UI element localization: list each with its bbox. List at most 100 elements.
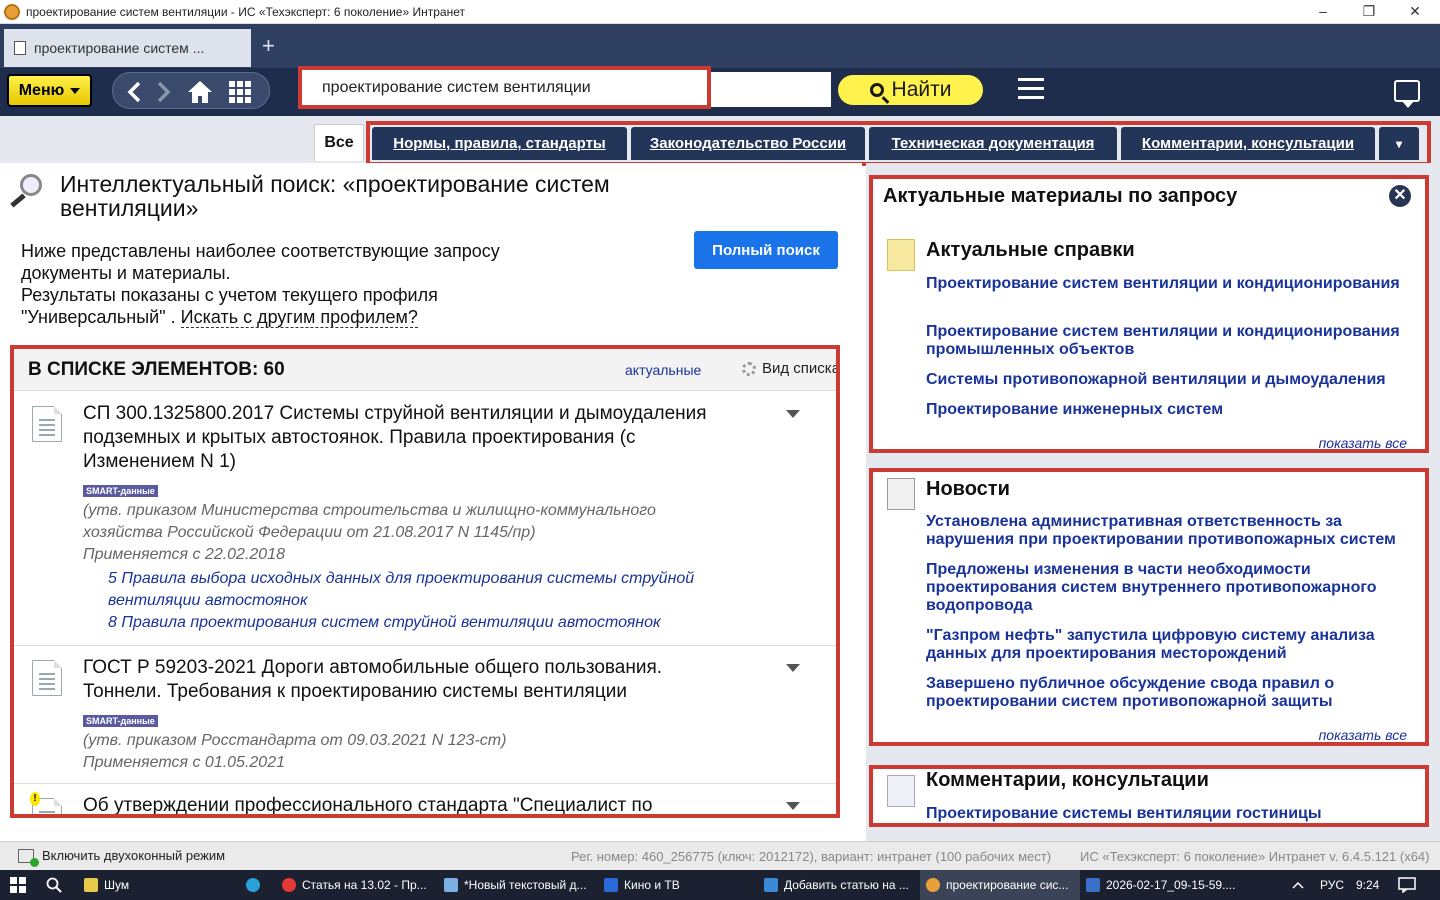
list-item[interactable]: ГОСТ Р 59203-2021 Дороги автомобильные о…	[14, 646, 836, 784]
warning-icon: !	[30, 792, 40, 806]
hamburger-menu-icon[interactable]	[1018, 78, 1044, 102]
close-icon[interactable]: ✕	[1389, 185, 1411, 207]
reference-link[interactable]: Проектирование систем вентиляции и конди…	[926, 323, 1416, 359]
menu-button-label: Меню	[18, 81, 65, 99]
taskbar-item[interactable]: Статья на 13.02 - Пр...	[282, 870, 427, 900]
notepad-icon	[444, 878, 458, 892]
smart-data-badge: SMART-данные	[83, 485, 158, 497]
document-applies: Применяется с 01.05.2021	[83, 754, 285, 771]
news-title: Новости	[926, 478, 1010, 500]
minimize-button[interactable]: –	[1300, 0, 1346, 24]
taskbar-item-label: Кино и ТВ	[624, 878, 680, 892]
chevron-down-icon[interactable]	[786, 664, 800, 672]
apps-grid-icon[interactable]	[223, 73, 257, 110]
notifications-icon[interactable]	[1398, 870, 1416, 900]
section-link[interactable]: 5 Правила выбора исходных данных для про…	[108, 568, 728, 612]
reference-link[interactable]: Системы противопожарной вентиляции и дым…	[926, 371, 1416, 389]
chevron-up-icon[interactable]	[1292, 870, 1304, 900]
document-title[interactable]: ГОСТ Р 59203-2021 Дороги автомобильные о…	[83, 656, 713, 704]
search-description: Ниже представлены наиболее соответствующ…	[21, 240, 541, 328]
document-title[interactable]: СП 300.1325800.2017 Системы струйной вен…	[83, 402, 713, 474]
movies-icon	[604, 878, 618, 892]
chevron-down-icon[interactable]	[786, 802, 800, 810]
section-link[interactable]: 8 Правила проектирования систем струйной…	[108, 612, 728, 634]
window-title-bar: проектирование систем вентиляции - ИС «Т…	[0, 0, 1440, 24]
navigation-group	[112, 72, 270, 109]
image-icon	[1086, 878, 1100, 892]
browser-tab[interactable]: проектирование систем ...	[4, 29, 251, 67]
language-indicator[interactable]: РУС	[1320, 870, 1344, 900]
smart-data-badge: SMART-данные	[83, 715, 158, 727]
document-icon	[32, 660, 62, 696]
search-input[interactable]: проектирование систем вентиляции	[298, 66, 711, 109]
browser-tab-label: проектирование систем ...	[34, 40, 205, 56]
taskbar-item-label: *Новый текстовый д...	[464, 878, 587, 892]
maximize-button[interactable]: ❐	[1346, 0, 1392, 24]
other-profile-link[interactable]: Искать с другим профилем?	[180, 307, 418, 328]
messages-icon[interactable]	[1394, 80, 1420, 108]
show-all-refs-link[interactable]: показать все	[1319, 435, 1407, 451]
refs-section-title: Актуальные справки	[926, 239, 1135, 261]
list-count: В СПИСКЕ ЭЛЕМЕНТОВ: 60	[28, 359, 285, 380]
registration-info: Рег. номер: 460_256775 (ключ: 2012172), …	[571, 849, 1052, 864]
back-icon[interactable]	[119, 73, 149, 110]
taskbar-item-label: Шум	[104, 878, 130, 892]
tabs-more-button[interactable]: ▾	[1379, 127, 1419, 160]
telegram-icon[interactable]	[246, 870, 260, 900]
home-icon[interactable]	[183, 73, 217, 110]
reference-note-icon	[887, 239, 915, 271]
document-icon	[14, 41, 26, 55]
dual-mode-toggle[interactable]: Включить двухоконный режим	[18, 848, 226, 867]
document-approval: (утв. приказом Министерства строительств…	[83, 502, 656, 541]
find-button[interactable]: Найти	[838, 75, 983, 105]
app-icon	[764, 878, 778, 892]
taskbar-item-active[interactable]: проектирование сис...	[920, 870, 1080, 900]
comment-link[interactable]: Проектирование системы вентиляции гостин…	[926, 805, 1416, 823]
search-icon	[869, 83, 884, 97]
category-tabs: Нормы, правила, стандарты Законодательст…	[366, 121, 1431, 166]
taskbar: Шум Статья на 13.02 - Пр... *Новый текст…	[0, 870, 1440, 900]
document-title[interactable]: Об утверждении профессионального стандар…	[83, 794, 713, 814]
news-link[interactable]: "Газпром нефть" запустила цифровую систе…	[926, 627, 1416, 663]
dual-mode-label: Включить двухоконный режим	[42, 848, 226, 863]
techexpert-icon	[926, 878, 940, 892]
tab-comments[interactable]: Комментарии, консультации	[1121, 127, 1375, 160]
new-tab-button[interactable]: +	[262, 34, 275, 58]
tab-legislation[interactable]: Законодательство России	[631, 127, 865, 160]
taskbar-item[interactable]: Кино и ТВ	[604, 870, 680, 900]
news-link[interactable]: Завершено публичное обсуждение свода пра…	[926, 675, 1416, 711]
browser-icon	[282, 878, 296, 892]
forward-icon[interactable]	[149, 73, 179, 110]
taskbar-item[interactable]: Добавить статью на ...	[764, 870, 909, 900]
list-item[interactable]: ! Об утверждении профессионального станд…	[14, 784, 836, 814]
tab-all[interactable]: Все	[314, 124, 364, 161]
tab-technical-docs[interactable]: Техническая документация	[869, 127, 1117, 160]
close-window-button[interactable]: ✕	[1392, 0, 1438, 24]
clock[interactable]: 9:24	[1356, 870, 1379, 900]
show-all-news-link[interactable]: показать все	[1319, 727, 1407, 743]
actual-filter-link[interactable]: актуальные	[625, 362, 701, 378]
tab-norms[interactable]: Нормы, правила, стандарты	[372, 127, 627, 160]
reference-link[interactable]: Проектирование систем вентиляции и конди…	[926, 275, 1416, 293]
chevron-down-icon[interactable]	[786, 410, 800, 418]
menu-button[interactable]: Меню	[7, 74, 92, 107]
reference-link[interactable]: Проектирование инженерных систем	[926, 401, 1416, 419]
taskbar-item[interactable]: *Новый текстовый д...	[444, 870, 587, 900]
windows-start-icon[interactable]	[10, 870, 26, 900]
document-applies: Применяется с 22.02.2018	[83, 546, 285, 563]
news-link[interactable]: Предложены изменения в части необходимос…	[926, 561, 1416, 615]
list-header: В СПИСКЕ ЭЛЕМЕНТОВ: 60 актуальные Вид сп…	[14, 349, 836, 391]
taskbar-item[interactable]: 2026-02-17_09-15-59....	[1086, 870, 1235, 900]
relevant-materials-title: Актуальные материалы по запросу	[883, 185, 1238, 207]
pen-icon	[887, 775, 915, 807]
taskbar-item[interactable]: Шум	[84, 870, 129, 900]
search-field-extension[interactable]	[711, 72, 831, 107]
version-info: ИС «Техэксперт: 6 поколение» Интранет v.…	[1080, 849, 1430, 864]
comments-title: Комментарии, консультации	[926, 769, 1209, 791]
news-link[interactable]: Установлена административная ответственн…	[926, 513, 1416, 549]
list-item[interactable]: СП 300.1325800.2017 Системы струйной вен…	[14, 392, 836, 646]
search-icon[interactable]	[46, 870, 62, 900]
list-view-button[interactable]: Вид списка	[742, 360, 836, 377]
full-search-button[interactable]: Полный поиск	[694, 231, 838, 269]
page-title: Интеллектуальный поиск: «проектирование …	[60, 171, 610, 221]
